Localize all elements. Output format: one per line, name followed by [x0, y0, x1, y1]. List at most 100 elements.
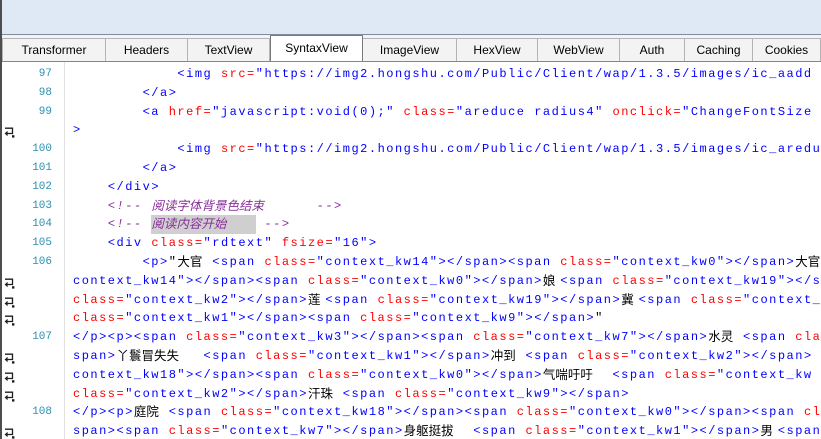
syntax-token: [73, 67, 177, 81]
tab-cookies[interactable]: Cookies: [753, 38, 821, 61]
word-wrap-icon: [3, 389, 15, 402]
syntax-token: [73, 105, 143, 119]
tab-transformer[interactable]: Transformer: [2, 38, 106, 61]
line-number: 106: [32, 255, 52, 268]
syntax-token: "context_kw0"></span>: [612, 254, 796, 269]
syntax-token: class=: [664, 367, 717, 382]
syntax-token: [73, 86, 143, 100]
syntax-token: <span: [638, 292, 683, 307]
syntax-token: "javascript:void(0);": [212, 104, 395, 119]
syntax-token: [212, 67, 221, 81]
code-line-text: </a>: [73, 159, 177, 178]
tab-imageview[interactable]: ImageView: [363, 38, 457, 61]
syntax-token: [299, 368, 308, 382]
code-line: 98 </a>: [2, 84, 821, 103]
syntax-token: <img: [177, 142, 213, 157]
syntax-token: [569, 349, 578, 363]
syntax-view-editor[interactable]: 97 <img src="https://img2.hongshu.com/Pu…: [2, 61, 821, 439]
syntax-token: <span: [525, 348, 569, 363]
syntax-token: [351, 311, 360, 325]
tab-webview[interactable]: WebView: [538, 38, 620, 61]
word-wrap-icon: [3, 295, 15, 308]
code-lines: 97 <img src="https://img2.hongshu.com/Pu…: [2, 65, 821, 439]
line-number: 101: [32, 161, 52, 174]
syntax-token: "ChangeFontSize: [682, 104, 813, 119]
code-line-text: <!-- 阅读字体背景色结束 -->: [73, 197, 343, 216]
syntax-token: class=: [403, 104, 456, 119]
syntax-token: [177, 330, 186, 344]
text-run: 阅读字体背景色结束: [151, 197, 264, 213]
syntax-token: onclick=: [612, 104, 683, 119]
code-line: span><span class="context_kw7"></span>身躯…: [2, 422, 821, 439]
code-line-text: </div>: [73, 178, 160, 197]
tab-label: Cookies: [764, 43, 809, 57]
tab-syntaxview[interactable]: SyntaxView: [270, 35, 363, 61]
tab-caching[interactable]: Caching: [685, 38, 753, 61]
syntax-token: </div>: [107, 179, 161, 194]
code-line-text: <p>"大官 <span class="context_kw14"></span>…: [73, 253, 821, 272]
syntax-token: class=: [377, 292, 430, 307]
line-number: 102: [32, 180, 52, 193]
syntax-token: [73, 161, 143, 175]
line-number: 107: [32, 331, 52, 344]
tab-auth[interactable]: Auth: [620, 38, 685, 61]
syntax-token: <span: [612, 367, 656, 382]
syntax-token: class=: [264, 254, 317, 269]
syntax-token: ": [595, 311, 604, 326]
text-run: 娘: [542, 272, 556, 288]
code-line: 103 <!-- 阅读字体背景色结束 -->: [2, 197, 821, 216]
text-run: 气喘吁吁: [542, 366, 593, 382]
syntax-token: span><span: [73, 424, 161, 439]
syntax-token: class=: [612, 273, 665, 288]
line-number: 104: [32, 218, 52, 231]
code-line-text: class="context_kw2"></span>汗珠 <span class…: [73, 385, 630, 404]
tab-headers[interactable]: Headers: [106, 38, 188, 61]
syntax-token: [160, 424, 169, 438]
selected-text: 阅读内容开始: [151, 215, 256, 235]
syntax-token: "context_kw9"></span>: [412, 311, 596, 326]
window-left-border: [0, 0, 2, 439]
syntax-token: class=: [73, 311, 126, 326]
syntax-token: [682, 293, 691, 307]
syntax-token: [552, 255, 561, 269]
syntax-token: class=: [151, 236, 204, 251]
tab-textview[interactable]: TextView: [188, 38, 270, 61]
syntax-token: [465, 330, 474, 344]
tab-hexview[interactable]: HexView: [457, 38, 538, 61]
syntax-token: "context_kw1"></span>: [577, 424, 761, 439]
word-wrap-icon: [3, 125, 15, 138]
syntax-token: "context_kw7"></span>: [525, 330, 709, 345]
word-wrap-icon: [3, 276, 15, 289]
syntax-token: href=: [168, 104, 213, 119]
syntax-token: [299, 274, 308, 288]
syntax-token: "context_kw: [716, 367, 813, 382]
syntax-token: >: [73, 123, 82, 138]
syntax-token: "context_kw19"></span>: [429, 292, 622, 307]
syntax-token: "context_kw3"></span><span: [238, 330, 465, 345]
text-run: 庭院: [133, 404, 159, 420]
syntax-token: <span: [168, 405, 213, 420]
code-line-text: class="context_kw1"></span><span class="…: [73, 309, 604, 328]
code-line: 99 <a href="javascript:void(0);" class="…: [2, 103, 821, 122]
text-run: 莲: [307, 291, 321, 307]
syntax-token: cl: [803, 405, 821, 420]
syntax-token: fsize=: [281, 236, 335, 251]
syntax-token: class=: [186, 330, 239, 345]
syntax-token: <span: [342, 386, 387, 401]
text-run: 冲到: [490, 347, 516, 363]
line-number: 105: [32, 237, 52, 250]
code-line-text: <img src="https://img2.hongshu.com/Publi…: [73, 140, 821, 159]
syntax-token: <!--: [107, 217, 152, 232]
syntax-token: [273, 236, 282, 250]
syntax-token: [73, 199, 108, 213]
syntax-token: "context_kw2"></span>: [125, 386, 308, 401]
word-wrap-icon: [3, 351, 15, 364]
syntax-token: ": [168, 254, 178, 269]
text-run: 身躯挺拔: [403, 423, 454, 439]
code-line-text: </p><p><span class="context_kw3"></span>…: [73, 328, 821, 347]
syntax-token: <span: [560, 273, 604, 288]
code-line-text: </p><p>庭院 <span class="context_kw18"></sp…: [73, 403, 821, 422]
code-line: context_kw18"></span><span class="contex…: [2, 366, 821, 385]
syntax-token: <div: [107, 236, 143, 251]
request-panel: [2, 0, 821, 35]
